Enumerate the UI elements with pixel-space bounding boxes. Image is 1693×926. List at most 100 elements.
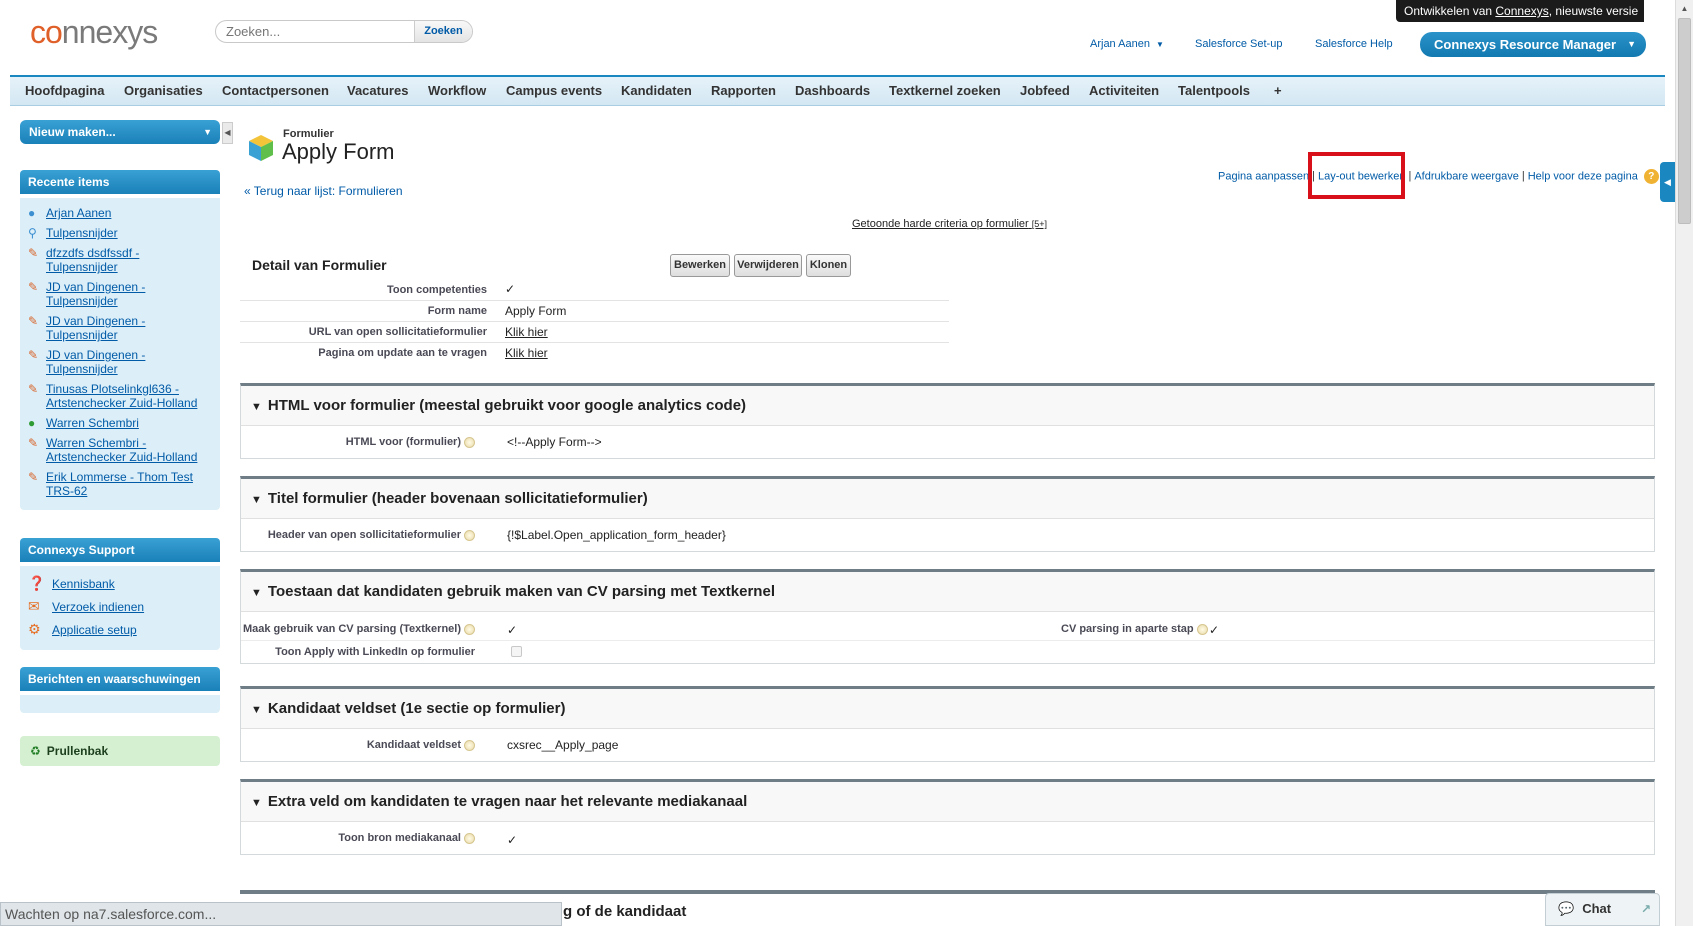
section-header[interactable]: ▼ Kandidaat veldset (1e sectie op formuli…: [241, 689, 1654, 729]
chat-widget[interactable]: 💬 Chat ↗: [1545, 893, 1660, 926]
support-link-setup[interactable]: Applicatie setup: [52, 623, 137, 637]
side-panel-toggle[interactable]: ◀: [1660, 162, 1675, 202]
recent-item-link[interactable]: Warren Schembri: [46, 416, 139, 430]
recent-item-link[interactable]: Warren Schembri - Artstenchecker Zuid-Ho…: [46, 436, 214, 464]
salesforce-help-link[interactable]: Salesforce Help: [1315, 38, 1393, 50]
info-icon[interactable]: [1196, 623, 1208, 635]
vertical-scrollbar[interactable]: ▲: [1675, 0, 1693, 926]
section-header[interactable]: ▼ Toestaan dat kandidaten gebruik maken v…: [241, 572, 1654, 612]
scroll-up-icon[interactable]: ▲: [1676, 0, 1693, 17]
field-value: <!--Apply Form-->: [507, 435, 602, 449]
delete-button[interactable]: Verwijderen: [734, 254, 802, 277]
recent-item[interactable]: ⚲ Tulpensnijder: [28, 226, 214, 240]
tab-activiteiten[interactable]: Activiteiten: [1089, 83, 1159, 98]
recycle-bin-label: Prullenbak: [46, 744, 109, 758]
dev-banner-link[interactable]: Connexys: [1495, 4, 1548, 18]
search-button[interactable]: Zoeken: [414, 21, 472, 42]
tab-hoofdpagina[interactable]: Hoofdpagina: [25, 83, 104, 98]
user-menu[interactable]: Arjan Aanen ▼: [1090, 38, 1164, 50]
checkbox-unchecked: [511, 646, 522, 657]
recent-item[interactable]: ● Arjan Aanen: [28, 206, 214, 220]
info-icon[interactable]: [464, 739, 475, 751]
tab-contactpersonen[interactable]: Contactpersonen: [222, 83, 329, 98]
section-header[interactable]: ▼ Extra veld om kandidaten te vragen naar…: [241, 782, 1654, 822]
recent-item-link[interactable]: JD van Dingenen - Tulpensnijder: [46, 348, 214, 376]
app-switcher-button[interactable]: Connexys Resource Manager ▼: [1420, 32, 1646, 57]
printable-view-link[interactable]: Afdrukbare weergave: [1414, 170, 1519, 182]
recent-item[interactable]: ✎ Warren Schembri - Artstenchecker Zuid-H…: [28, 436, 214, 464]
collapse-triangle-icon[interactable]: ▼: [251, 704, 262, 716]
edit-button[interactable]: Bewerken: [670, 254, 730, 277]
recent-item-link[interactable]: JD van Dingenen - Tulpensnijder: [46, 280, 214, 308]
recent-item[interactable]: ✎ JD van Dingenen - Tulpensnijder: [28, 314, 214, 342]
scrollbar-thumb[interactable]: [1678, 18, 1691, 224]
recent-item-link[interactable]: dfzzdfs dsdfssdf - Tulpensnijder: [46, 246, 214, 274]
tab-campus-events[interactable]: Campus events: [506, 83, 602, 98]
salesforce-setup-link[interactable]: Salesforce Set-up: [1195, 38, 1282, 50]
tab-talentpools[interactable]: Talentpools: [1178, 83, 1250, 98]
person-icon: ●: [28, 206, 36, 220]
dev-banner-text: Ontwikkelen van: [1404, 4, 1496, 18]
recent-item-link[interactable]: Tinusas Plotselinkgl636 - Artstenchecker…: [46, 382, 214, 410]
recent-item[interactable]: ✎ JD van Dingenen - Tulpensnijder: [28, 348, 214, 376]
tab-vacatures[interactable]: Vacatures: [347, 83, 408, 98]
partial-section-title: g of de kandidaat: [563, 903, 687, 920]
recent-item[interactable]: ✎ Tinusas Plotselinkgl636 - Artstenchecke…: [28, 382, 214, 410]
clone-button[interactable]: Klonen: [806, 254, 851, 277]
tab-add-icon[interactable]: +: [1274, 83, 1282, 98]
support-item[interactable]: ⚙ Applicatie setup: [28, 621, 214, 638]
recent-item-link[interactable]: Arjan Aanen: [46, 206, 111, 220]
collapse-triangle-icon[interactable]: ▼: [251, 401, 262, 413]
customize-page-link[interactable]: Pagina aanpassen: [1218, 170, 1309, 182]
app-switcher-label: Connexys Resource Manager: [1434, 37, 1617, 52]
highlight-annotation: [1308, 152, 1405, 199]
section-header[interactable]: ▼ Titel formulier (header bovenaan sollic…: [241, 479, 1654, 519]
info-icon[interactable]: [464, 623, 475, 635]
support-link-kennisbank[interactable]: Kennisbank: [52, 577, 115, 591]
info-icon[interactable]: [464, 529, 475, 541]
field-row: Kandidaat veldset cxsrec__Apply_page: [241, 729, 1654, 761]
recent-item[interactable]: ✎ dfzzdfs dsdfssdf - Tulpensnijder: [28, 246, 214, 274]
section-header[interactable]: ▼ HTML voor formulier (meestal gebruikt v…: [241, 386, 1654, 426]
recent-item[interactable]: ✎ JD van Dingenen - Tulpensnijder: [28, 280, 214, 308]
back-to-list-link[interactable]: « Terug naar lijst: Formulieren: [244, 184, 403, 198]
update-page-link[interactable]: Klik hier: [505, 346, 548, 360]
recent-item-link[interactable]: JD van Dingenen - Tulpensnijder: [46, 314, 214, 342]
tab-workflow[interactable]: Workflow: [428, 83, 486, 98]
collapse-triangle-icon[interactable]: ▼: [251, 587, 262, 599]
search-input[interactable]: [216, 21, 416, 42]
collapse-triangle-icon[interactable]: ▼: [251, 797, 262, 809]
pencil-icon: ✎: [28, 314, 39, 328]
tab-kandidaten[interactable]: Kandidaten: [621, 83, 692, 98]
user-name: Arjan Aanen: [1090, 38, 1150, 50]
info-icon[interactable]: [464, 832, 475, 844]
field-value: Klik hier: [505, 346, 548, 360]
tab-organisaties[interactable]: Organisaties: [124, 83, 203, 98]
field-row: Pagina om update aan te vragen Klik hier: [240, 343, 949, 364]
tab-dashboards[interactable]: Dashboards: [795, 83, 870, 98]
new-record-button[interactable]: Nieuw maken... ▼: [20, 120, 220, 144]
collapse-triangle-icon[interactable]: ▼: [251, 494, 262, 506]
tab-textkernel-zoeken[interactable]: Textkernel zoeken: [889, 83, 1001, 98]
support-link-verzoek[interactable]: Verzoek indienen: [52, 600, 144, 614]
section-candidate-fieldset: ▼ Kandidaat veldset (1e sectie op formuli…: [240, 686, 1655, 762]
section-html: ▼ HTML voor formulier (meestal gebruikt v…: [240, 383, 1655, 459]
connexys-logo[interactable]: connexys: [30, 14, 158, 51]
recycle-bin-link[interactable]: ♻ Prullenbak: [20, 736, 220, 766]
support-item[interactable]: ❓ Kennisbank: [28, 575, 214, 592]
sidebar-collapse-handle[interactable]: ◀: [222, 122, 233, 144]
recent-item[interactable]: ● Warren Schembri: [28, 416, 214, 430]
field-label: Toon Apply with LinkedIn op formulier: [275, 646, 475, 658]
criteria-link[interactable]: Getoonde harde criteria op formulier [5+…: [852, 218, 1047, 230]
recent-item-link[interactable]: Erik Lommerse - Thom Test TRS-62: [46, 470, 214, 498]
help-page-link[interactable]: Help voor deze pagina: [1528, 170, 1638, 182]
open-form-url-link[interactable]: Klik hier: [505, 325, 548, 339]
expand-icon[interactable]: ↗: [1641, 894, 1651, 924]
recent-item[interactable]: ✎ Erik Lommerse - Thom Test TRS-62: [28, 470, 214, 498]
help-icon[interactable]: ?: [1643, 169, 1659, 184]
tab-rapporten[interactable]: Rapporten: [711, 83, 776, 98]
recent-item-link[interactable]: Tulpensnijder: [46, 226, 118, 240]
tab-jobfeed[interactable]: Jobfeed: [1020, 83, 1070, 98]
info-icon[interactable]: [464, 436, 475, 448]
support-item[interactable]: ✉ Verzoek indienen: [28, 598, 214, 615]
